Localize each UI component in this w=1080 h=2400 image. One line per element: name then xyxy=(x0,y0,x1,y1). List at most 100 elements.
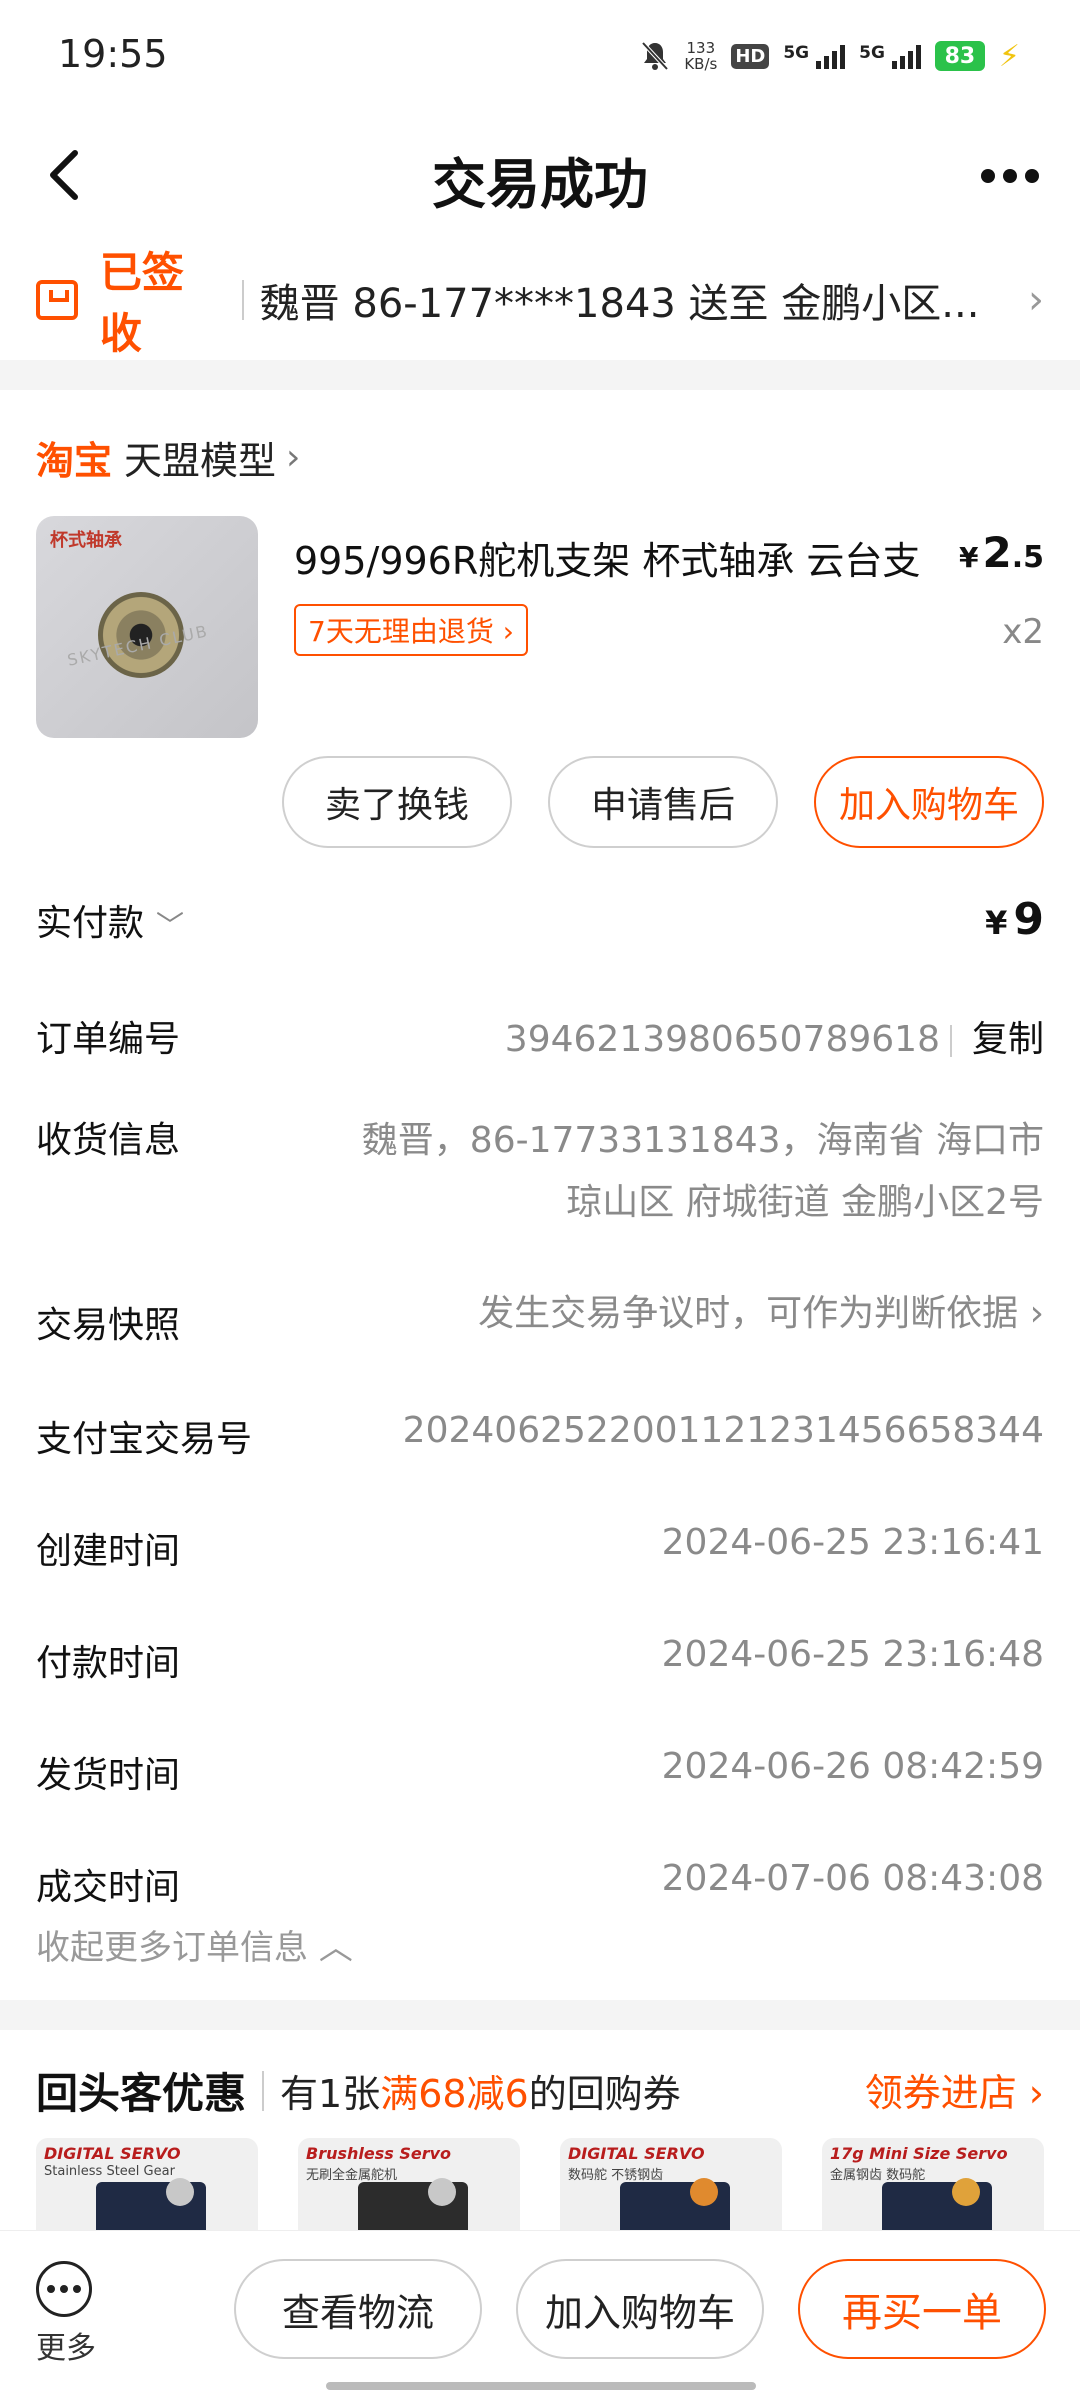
taobao-logo: 淘宝 xyxy=(36,439,113,483)
paid-amount-toggle[interactable]: 实付款 ﹀ xyxy=(36,894,184,946)
more-button[interactable]: 更多 xyxy=(36,2261,96,2367)
servo-gear-image xyxy=(166,2178,194,2206)
servo-gear-image xyxy=(428,2178,456,2206)
net-speed-unit: KB/s xyxy=(684,55,718,73)
sell-button[interactable]: 卖了换钱 xyxy=(282,756,512,848)
receiver-line-2: 琼山区 府城街道 金鹏小区2号 xyxy=(566,1182,1044,1223)
signal-icon-2: 5G xyxy=(859,43,921,69)
alipay-row: 支付宝交易号 2024062522001121231456658344 xyxy=(36,1410,1044,1462)
delivery-detail: 魏晋 86-177****1843 送至 金鹏小区... xyxy=(259,281,980,327)
paid-time-row: 付款时间 2024-06-25 23:16:48 xyxy=(36,1634,1044,1686)
receiver-row: 收货信息 魏晋，86-17733131843，海南省 海口市 琼山区 府城街道 … xyxy=(36,1110,1044,1234)
chevron-up-icon: ︿ xyxy=(318,1928,353,1968)
paid-time-label: 付款时间 xyxy=(36,1643,181,1684)
price-decimal: .5 xyxy=(1011,540,1044,575)
order-card: 淘宝 天盟模型 › 杯式轴承 SKYTECH CLUB 995/996R舵机支架… xyxy=(0,390,1080,2000)
chevron-right-icon: › xyxy=(502,615,514,648)
status-bar: 19:55 133 KB/s HD 5G 5G 83 ⚡ xyxy=(0,0,1080,110)
charging-icon: ⚡ xyxy=(998,38,1020,74)
delivery-status: 已签收 xyxy=(99,248,184,358)
snapshot-value: 发生交易争议时，可作为判断依据 xyxy=(478,1293,1019,1334)
paid-value: 9 xyxy=(1013,894,1044,945)
view-logistics-button[interactable]: 查看物流 xyxy=(234,2259,482,2359)
created-time-row: 创建时间 2024-06-25 23:16:41 xyxy=(36,1522,1044,1574)
return-policy-tag[interactable]: 7天无理由退货 › xyxy=(294,604,528,656)
alipay-number: 2024062522001121231456658344 xyxy=(402,1410,1044,1451)
delivery-status-bar[interactable]: 已签收 魏晋 86-177****1843 送至 金鹏小区... › xyxy=(0,240,1080,360)
order-detail-page: 19:55 133 KB/s HD 5G 5G 83 ⚡ 交易成功 已签收 魏晋… xyxy=(0,0,1080,2400)
product-title[interactable]: 995/996R舵机支架 杯式轴承 云台支 xyxy=(294,530,944,585)
alipay-label: 支付宝交易号 xyxy=(36,1419,253,1460)
product-card[interactable]: DIGITAL SERVO 数码舵 不锈钢齿 xyxy=(560,2138,782,2238)
page-title: 交易成功 xyxy=(432,153,648,216)
product-card-sub: Stainless Steel Gear xyxy=(44,2164,175,2179)
paid-symbol: ¥ xyxy=(985,904,1008,942)
product-card[interactable]: DIGITAL SERVO Stainless Steel Gear xyxy=(36,2138,258,2238)
product-card-label: DIGITAL SERVO xyxy=(44,2144,181,2163)
promo-description: 有1张满68减6的回购券 xyxy=(280,2063,681,2118)
status-time: 19:55 xyxy=(58,32,168,76)
chevron-right-icon: › xyxy=(1029,1293,1044,1334)
claim-coupon-link[interactable]: 领券进店 › xyxy=(865,2062,1044,2117)
snapshot-hint: 发生交易争议时，可作为判断依据 › xyxy=(478,1284,1044,1336)
copy-button[interactable]: 复制 xyxy=(972,1019,1044,1060)
net-speed-value: 133 xyxy=(686,39,716,57)
order-number-label: 订单编号 xyxy=(36,1019,181,1060)
claim-coupon-label: 领券进店 xyxy=(864,2071,1017,2115)
status-icons: 133 KB/s HD 5G 5G 83 ⚡ xyxy=(640,34,1020,78)
completed-time-label: 成交时间 xyxy=(36,1867,181,1908)
more-options-button[interactable] xyxy=(970,146,1050,206)
chevron-right-icon: › xyxy=(1028,277,1044,323)
promo-header: 回头客优惠 有1张满68减6的回购券 xyxy=(36,2060,681,2121)
hd-icon: HD xyxy=(731,43,770,69)
sim2-label: 5G xyxy=(859,43,885,63)
snapshot-row[interactable]: 交易快照 发生交易争议时，可作为判断依据 › xyxy=(36,1284,1044,1348)
sim1-label: 5G xyxy=(783,43,810,63)
promo-highlight: 满68减6 xyxy=(380,2072,529,2116)
collapse-order-info-button[interactable]: 收起更多订单信息 ︿ xyxy=(36,1920,353,1969)
nav-bar: 交易成功 xyxy=(0,110,1080,240)
battery-icon: 83 xyxy=(934,41,985,71)
shipped-time: 2024-06-26 08:42:59 xyxy=(661,1746,1044,1787)
servo-gear-image xyxy=(952,2178,980,2206)
signal-icon: 5G xyxy=(783,43,846,69)
shipped-time-row: 发货时间 2024-06-26 08:42:59 xyxy=(36,1746,1044,1798)
chevron-right-icon: › xyxy=(286,437,301,478)
paid-amount: ¥9 xyxy=(985,894,1044,945)
shop-name: 天盟模型 xyxy=(124,439,277,483)
receiver-line-1: 魏晋，86-17733131843，海南省 海口市 xyxy=(361,1120,1044,1161)
product-card[interactable]: Brushless Servo 无刷全金属舵机 xyxy=(298,2138,520,2238)
completed-time-row: 成交时间 2024-07-06 08:43:08 xyxy=(36,1858,1044,1910)
snapshot-label: 交易快照 xyxy=(36,1305,181,1346)
created-time: 2024-06-25 23:16:41 xyxy=(661,1522,1044,1563)
chevron-down-icon: ﹀ xyxy=(156,909,185,942)
paid-label: 实付款 xyxy=(36,903,145,944)
buy-again-button[interactable]: 再买一单 xyxy=(798,2259,1046,2359)
divider xyxy=(262,2070,265,2111)
add-to-cart-button[interactable]: 加入购物车 xyxy=(814,756,1044,848)
chevron-right-icon: › xyxy=(1028,2071,1044,2115)
more-label: 更多 xyxy=(36,2331,96,2366)
mute-bell-icon xyxy=(640,40,670,72)
paid-time: 2024-06-25 23:16:48 xyxy=(661,1634,1044,1675)
divider xyxy=(949,1025,952,1057)
package-icon xyxy=(36,280,78,320)
order-number: 3946213980650789618 xyxy=(504,1019,940,1060)
product-card[interactable]: 17g Mini Size Servo 金属钢齿 数码舵 xyxy=(822,2138,1044,2238)
after-sale-button[interactable]: 申请售后 xyxy=(548,756,778,848)
divider xyxy=(241,280,244,320)
product-quantity: x2 xyxy=(1002,612,1044,652)
add-to-cart-bottom-button[interactable]: 加入购物车 xyxy=(516,2259,764,2359)
product-card-label: Brushless Servo xyxy=(306,2144,452,2163)
promo-desc-prefix: 有1张 xyxy=(280,2072,381,2116)
home-indicator[interactable] xyxy=(326,2382,756,2390)
promo-desc-suffix: 的回购券 xyxy=(528,2072,681,2116)
paid-amount-row: 实付款 ﹀ ¥9 xyxy=(36,894,1044,946)
bottom-action-bar: 更多 查看物流 加入购物车 再买一单 xyxy=(0,2230,1080,2400)
product-thumbnail[interactable]: 杯式轴承 SKYTECH CLUB xyxy=(36,516,258,738)
section-gap xyxy=(0,360,1080,390)
shop-link[interactable]: 淘宝 天盟模型 › xyxy=(36,430,300,485)
order-number-group: 3946213980650789618 复制 xyxy=(505,1010,1044,1062)
receiver-info: 魏晋，86-17733131843，海南省 海口市 琼山区 府城街道 金鹏小区2… xyxy=(344,1110,1044,1234)
net-speed: 133 KB/s xyxy=(684,40,717,72)
